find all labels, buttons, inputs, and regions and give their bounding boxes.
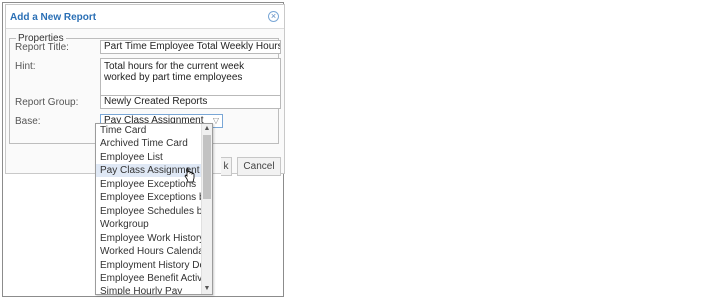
- base-label: Base:: [15, 116, 41, 127]
- dialog-title: Add a New Report: [10, 12, 97, 23]
- option-employment-history-detail[interactable]: Employment History Detail: [96, 259, 212, 272]
- dropdown-scrollbar[interactable]: ▲ ▼: [201, 124, 212, 294]
- base-dropdown-list[interactable]: Time Card Archived Time Card Employee Li…: [95, 123, 213, 295]
- cancel-button-label: Cancel: [243, 161, 275, 172]
- chevron-down-icon: ▽: [212, 116, 219, 125]
- dialog-titlebar: Add a New Report ×: [6, 5, 284, 29]
- scroll-down-arrow-icon[interactable]: ▼: [202, 284, 212, 294]
- scrollbar-thumb[interactable]: [203, 135, 211, 199]
- report-title-label: Report Title:: [15, 42, 69, 53]
- option-employee-benefit-activity[interactable]: Employee Benefit Activity: [96, 272, 212, 285]
- option-employee-exceptions-by-day[interactable]: Employee Exceptions by Day: [96, 191, 212, 204]
- option-employee-work-history-grid[interactable]: Employee Work History Grid: [96, 232, 212, 245]
- option-simple-hourly-pay[interactable]: Simple Hourly Pay: [96, 285, 204, 294]
- cancel-button[interactable]: Cancel: [237, 157, 281, 176]
- hint-textarea[interactable]: Total hours for the current week worked …: [100, 58, 281, 96]
- scroll-up-arrow-icon[interactable]: ▲: [202, 124, 212, 134]
- hand-pointer-icon: [184, 167, 195, 183]
- option-employee-schedules-by[interactable]: Employee Schedules by: [96, 205, 207, 218]
- close-icon[interactable]: ×: [268, 11, 279, 22]
- option-time-card[interactable]: Time Card: [96, 124, 204, 137]
- report-group-input[interactable]: Newly Created Reports: [100, 95, 281, 109]
- report-title-input[interactable]: Part Time Employee Total Weekly Hours: [100, 40, 281, 54]
- hint-label: Hint:: [15, 61, 36, 72]
- ok-button-label: k: [223, 161, 229, 172]
- option-worked-hours-calendar[interactable]: Worked Hours Calendar: [96, 245, 207, 258]
- option-archived-time-card[interactable]: Archived Time Card: [96, 137, 204, 150]
- option-employee-list[interactable]: Employee List: [96, 151, 204, 164]
- report-group-label: Report Group:: [15, 97, 79, 108]
- option-workgroup[interactable]: Workgroup: [96, 218, 204, 231]
- ok-button[interactable]: k: [221, 157, 232, 176]
